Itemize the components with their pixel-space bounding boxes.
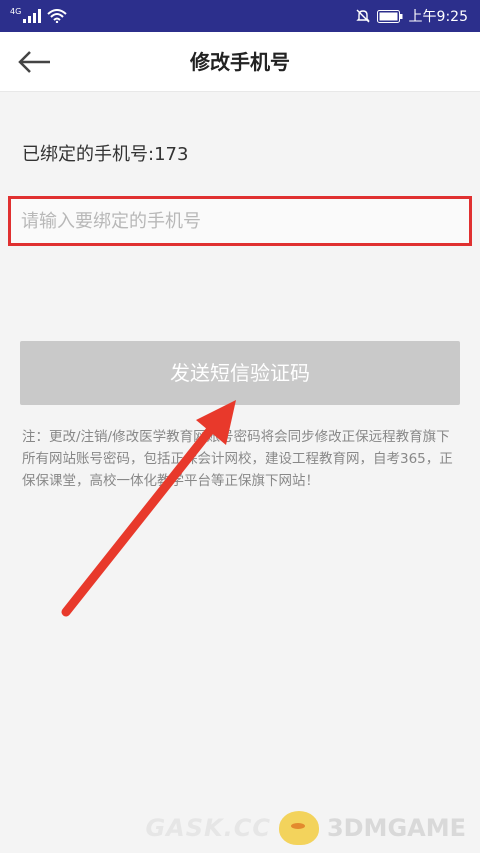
page-title: 修改手机号: [190, 50, 290, 74]
phone-input[interactable]: [11, 199, 469, 243]
app-bar: 修改手机号: [0, 32, 480, 92]
watermark-right: 3DMGAME: [326, 814, 466, 842]
send-sms-code-button[interactable]: 发送短信验证码: [20, 341, 460, 405]
network-type: 4G: [10, 6, 22, 16]
mute-bell-icon: [355, 9, 370, 23]
back-arrow-icon: [18, 51, 50, 73]
watermark-left: GASK.CC: [145, 814, 271, 842]
battery-icon: [376, 9, 403, 23]
phone-input-highlight: [8, 196, 472, 246]
wifi-icon: [47, 9, 67, 23]
status-right: 上午9:25: [355, 6, 468, 26]
note-text: 注：更改/注销/修改医学教育网账号密码将会同步修改正保远程教育旗下所有网站账号密…: [22, 429, 453, 489]
status-time: 上午9:25: [408, 9, 468, 25]
bound-phone-label: 已绑定的手机号:173: [22, 144, 189, 165]
watermark: GASK.CC 3DMGAME: [145, 811, 466, 845]
back-button[interactable]: [16, 48, 52, 76]
content: 已绑定的手机号:173 发送短信验证码 注：更改/注销/修改医学教育网账号密码将…: [0, 93, 480, 853]
status-left: 4G: [10, 6, 67, 23]
signal-icon: [23, 9, 42, 23]
status-bar: 4G 上午9:25: [0, 0, 480, 32]
chick-mascot-icon: [278, 811, 319, 845]
